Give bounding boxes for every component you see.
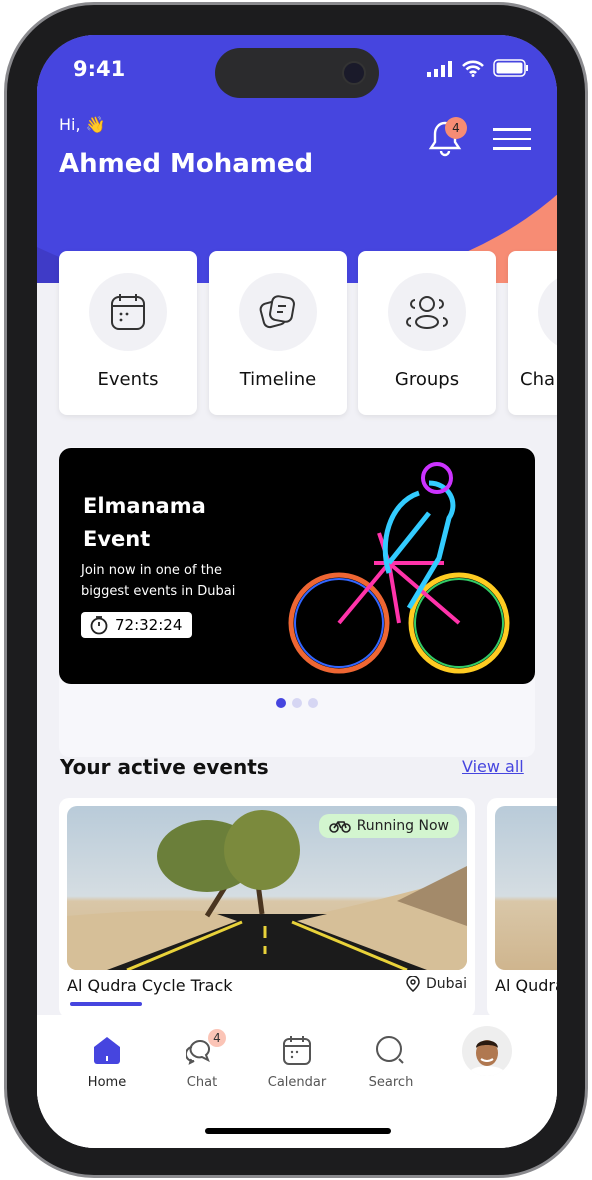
tab-chat[interactable]: 4 Chat	[162, 1029, 242, 1090]
calendar-icon	[89, 273, 167, 351]
tab-label: Chat	[186, 1075, 218, 1090]
menu-icon-line	[493, 137, 531, 140]
bicycle-icon	[328, 821, 351, 833]
scroll-indicator	[70, 1002, 142, 1006]
quick-action-label: Events	[97, 369, 159, 390]
quick-action-chat[interactable]: Cha	[508, 251, 557, 415]
signal-icon	[427, 61, 452, 77]
carousel-dot[interactable]	[292, 698, 302, 708]
quick-action-groups[interactable]: Groups	[358, 251, 496, 415]
cyclist-illustration	[288, 462, 510, 674]
tab-search[interactable]: Search	[351, 1035, 431, 1090]
banner-timer: 72:32:24	[81, 612, 193, 638]
battery-icon	[493, 59, 528, 77]
notification-badge: 4	[445, 117, 467, 139]
screen: 9:41 Hi, 👋 Ahmed Mohamed 4 Events Timeli…	[37, 35, 557, 1148]
user-name: Ahmed Mohamed	[59, 149, 314, 179]
quick-action-label: Timeline	[239, 369, 317, 390]
timer-icon	[90, 616, 108, 635]
tab-label: Calendar	[267, 1075, 327, 1090]
tab-label: Search	[368, 1075, 414, 1090]
banner-title: Elmanama Event	[83, 494, 206, 551]
event-name: Al Qudra	[495, 976, 557, 995]
carousel-dot[interactable]	[308, 698, 318, 708]
notifications-button[interactable]: 4	[427, 117, 467, 161]
event-location: Dubai	[406, 976, 467, 992]
chat-badge: 4	[208, 1029, 226, 1047]
wave-icon: 👋	[85, 115, 106, 134]
menu-icon-line	[493, 147, 531, 150]
event-image	[495, 806, 557, 970]
tab-calendar[interactable]: Calendar	[257, 1035, 337, 1090]
quick-action-events[interactable]: Events	[59, 251, 197, 415]
chat-icon	[538, 273, 557, 351]
event-card[interactable]: Running Now Al Qudra Cycle Track Dubai	[59, 798, 475, 1018]
status-text: Running Now	[356, 818, 449, 834]
event-name: Al Qudra Cycle Track	[67, 976, 233, 995]
wifi-icon	[462, 60, 484, 77]
carousel-dot-active[interactable]	[276, 698, 286, 708]
event-card[interactable]: Al Qudra	[487, 798, 557, 1018]
event-image: Running Now	[67, 806, 467, 970]
tab-home[interactable]: Home	[67, 1035, 147, 1090]
event-banner[interactable]: Elmanama Event Join now in one of the bi…	[59, 448, 535, 684]
calendar-icon	[283, 1036, 311, 1065]
location-pin-icon	[406, 976, 420, 992]
home-icon	[94, 1037, 120, 1064]
location-text: Dubai	[425, 976, 467, 992]
menu-button[interactable]	[493, 128, 531, 150]
avatar-image	[467, 1040, 507, 1076]
search-icon	[376, 1036, 404, 1064]
status-icons	[427, 59, 529, 77]
view-all-link[interactable]: View all	[462, 757, 524, 776]
status-badge: Running Now	[318, 814, 459, 838]
camera	[342, 61, 366, 85]
quick-action-timeline[interactable]: Timeline	[209, 251, 347, 415]
timer-value: 72:32:24	[115, 616, 183, 634]
groups-icon	[388, 273, 466, 351]
menu-icon	[493, 128, 531, 131]
quick-action-label: Cha	[520, 369, 556, 390]
notes-icon	[239, 273, 317, 351]
quick-action-label: Groups	[394, 369, 460, 390]
home-indicator	[205, 1128, 391, 1134]
profile-avatar[interactable]	[462, 1026, 512, 1076]
section-title: Your active events	[60, 755, 269, 779]
greeting: Hi, 👋	[59, 115, 106, 134]
tab-label: Home	[87, 1075, 127, 1090]
banner-subtitle: Join now in one of the biggest events in…	[81, 563, 236, 599]
status-time: 9:41	[73, 57, 126, 81]
greeting-text: Hi,	[59, 115, 81, 134]
